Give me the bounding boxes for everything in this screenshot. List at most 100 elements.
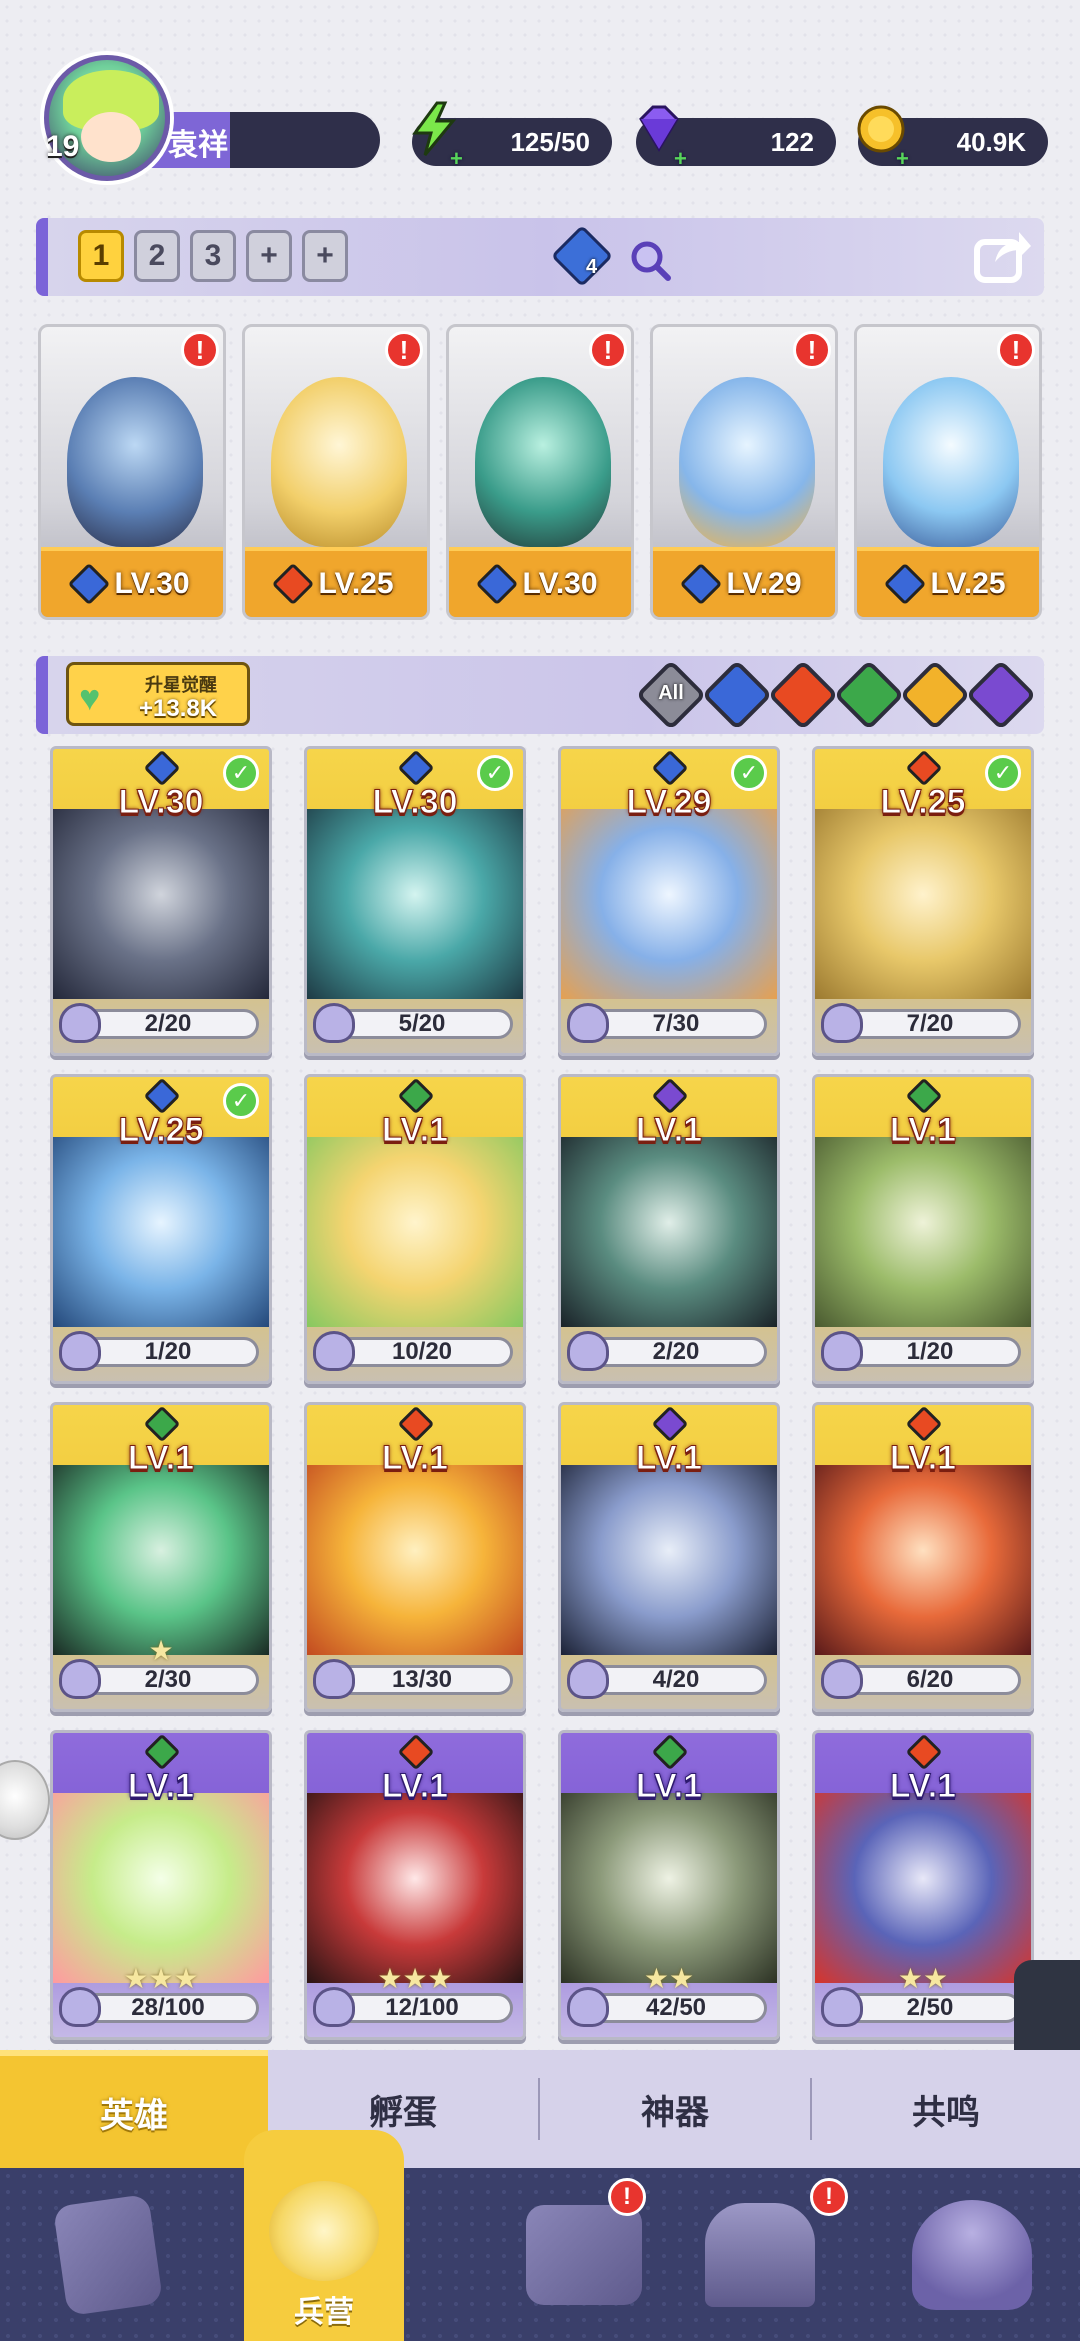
element-icon: [68, 562, 111, 606]
hero-card[interactable]: LV.1 13/30: [304, 1402, 526, 1712]
hero-level: LV.1: [381, 1111, 449, 1150]
fire-element-icon: [905, 749, 943, 787]
shard-progress: 6/20: [906, 1666, 954, 1693]
hero-card[interactable]: LV.25 ✓ 1/20: [50, 1074, 272, 1384]
hero-card[interactable]: LV.1 1/20: [812, 1074, 1034, 1384]
team-tab-add-2[interactable]: +: [302, 230, 348, 282]
hero-card[interactable]: LV.1 ★★★ 12/100: [304, 1730, 526, 2040]
water-element-icon: [143, 749, 181, 787]
hero-card[interactable]: LV.1 6/20: [812, 1402, 1034, 1712]
fire-element-icon: [905, 1733, 943, 1771]
hero-portrait: [561, 809, 777, 999]
hero-portrait: [561, 1793, 777, 1983]
temple-icon: [705, 2202, 815, 2307]
earth-element-icon: [651, 1733, 689, 1771]
shard-progress: 10/20: [391, 1338, 453, 1365]
energy-add-icon[interactable]: +: [450, 146, 463, 172]
check-icon: ✓: [223, 1083, 259, 1119]
element-icon: [884, 562, 927, 606]
tab-heroes[interactable]: 英雄: [0, 2050, 268, 2168]
hero-portrait: [307, 1465, 523, 1655]
gold-counter[interactable]: + 40.9K: [857, 105, 1048, 171]
hero-card[interactable]: LV.1 4/20: [558, 1402, 780, 1712]
hero-card[interactable]: LV.1 ★★ 42/50: [558, 1730, 780, 2040]
shard-progress: 12/100: [385, 1994, 459, 2021]
water-element-icon: [651, 749, 689, 787]
tab-artifact[interactable]: 神器: [540, 2050, 810, 2168]
nav-barracks[interactable]: 兵营: [244, 2130, 404, 2341]
player-name: 袁祥: [168, 129, 228, 162]
gems-add-icon[interactable]: +: [674, 146, 687, 172]
hero-card[interactable]: LV.1 2/20: [558, 1074, 780, 1384]
hero-portrait: [561, 1465, 777, 1655]
cards-icon: [52, 2193, 164, 2316]
search-icon[interactable]: [628, 238, 672, 282]
hero-card[interactable]: LV.29 ✓ 7/30: [558, 746, 780, 1056]
shard-progress: 2/20: [652, 1338, 700, 1365]
awaken-label: 升星觉醒: [145, 675, 217, 695]
hero-card[interactable]: LV.1 10/20: [304, 1074, 526, 1384]
element-count: 4: [586, 256, 598, 278]
gold-add-icon[interactable]: +: [896, 146, 909, 172]
check-icon: ✓: [985, 755, 1021, 791]
shard-progress: 2/20: [144, 1010, 192, 1037]
team-lineup: ! LV.30 ! LV.25 ! LV.30 ! LV.29 ! LV.25: [38, 324, 1044, 624]
nav-temple[interactable]: !: [652, 2168, 868, 2341]
side-helper-avatar[interactable]: [0, 1760, 50, 1840]
element-icon: [680, 562, 723, 606]
team-header: [36, 218, 1044, 296]
hero-portrait: [561, 1137, 777, 1327]
hero-card[interactable]: LV.30 ✓ 2/20: [50, 746, 272, 1056]
element-counter[interactable]: 4: [550, 224, 614, 288]
share-icon: [974, 232, 1031, 283]
hero-portrait: [815, 1793, 1031, 1983]
hero-card[interactable]: LV.30 ✓ 5/20: [304, 746, 526, 1056]
team-tab-add-1[interactable]: +: [246, 230, 292, 282]
share-button[interactable]: [970, 226, 1036, 286]
water-element-icon: [143, 1077, 181, 1115]
nav-mushroom[interactable]: [864, 2168, 1080, 2341]
gems-counter[interactable]: + 122: [636, 105, 836, 171]
dark-element-icon: [651, 1077, 689, 1115]
lineup-slot-3[interactable]: ! LV.30: [446, 324, 634, 620]
lineup-level-band: LV.29: [653, 547, 835, 617]
alert-badge: !: [589, 331, 627, 369]
lineup-slot-5[interactable]: ! LV.25: [854, 324, 1042, 620]
nav-cards[interactable]: [0, 2168, 216, 2341]
awaken-button[interactable]: ♥ 升星觉醒 +13.8K: [66, 662, 250, 726]
hero-card[interactable]: LV.1 ★★ 2/50: [812, 1730, 1034, 2040]
hero-portrait: [67, 377, 203, 547]
hero-card[interactable]: LV.1 ★★★ 28/100: [50, 1730, 272, 2040]
map-icon: [526, 2204, 642, 2305]
energy-counter[interactable]: + 125/50: [412, 101, 612, 171]
hero-portrait: [53, 1465, 269, 1655]
hero-level: LV.1: [889, 1439, 957, 1478]
alert-badge: !: [793, 331, 831, 369]
hero-portrait: [883, 377, 1019, 547]
hero-card[interactable]: LV.1 ★ 2/30: [50, 1402, 272, 1712]
shard-progress: 1/20: [144, 1338, 192, 1365]
lineup-slot-1[interactable]: ! LV.30: [38, 324, 226, 620]
lineup-level: LV.25: [930, 567, 1006, 600]
earth-element-icon: [143, 1405, 181, 1443]
hero-portrait: [53, 1793, 269, 1983]
team-tab-2[interactable]: 2: [134, 230, 180, 282]
shard-progress: 2/50: [906, 1994, 954, 2021]
check-icon: ✓: [477, 755, 513, 791]
check-icon: ✓: [223, 755, 259, 791]
hero-card[interactable]: LV.25 ✓ 7/20: [812, 746, 1034, 1056]
shard-progress: 7/20: [906, 1010, 954, 1037]
shard-progress: 28/100: [131, 1994, 205, 2021]
lineup-level-band: LV.25: [857, 547, 1039, 617]
team-tab-3[interactable]: 3: [190, 230, 236, 282]
lineup-level: LV.30: [522, 567, 598, 600]
lineup-slot-4[interactable]: ! LV.29: [650, 324, 838, 620]
hero-level: LV.1: [127, 1767, 195, 1806]
element-icon: [476, 562, 519, 606]
alert-badge: !: [810, 2178, 848, 2216]
hero-portrait: [307, 1793, 523, 1983]
lineup-slot-2[interactable]: ! LV.25: [242, 324, 430, 620]
gold-value: 40.9K: [956, 126, 1026, 157]
tab-resonance[interactable]: 共鸣: [812, 2050, 1080, 2168]
team-tab-1[interactable]: 1: [78, 230, 124, 282]
